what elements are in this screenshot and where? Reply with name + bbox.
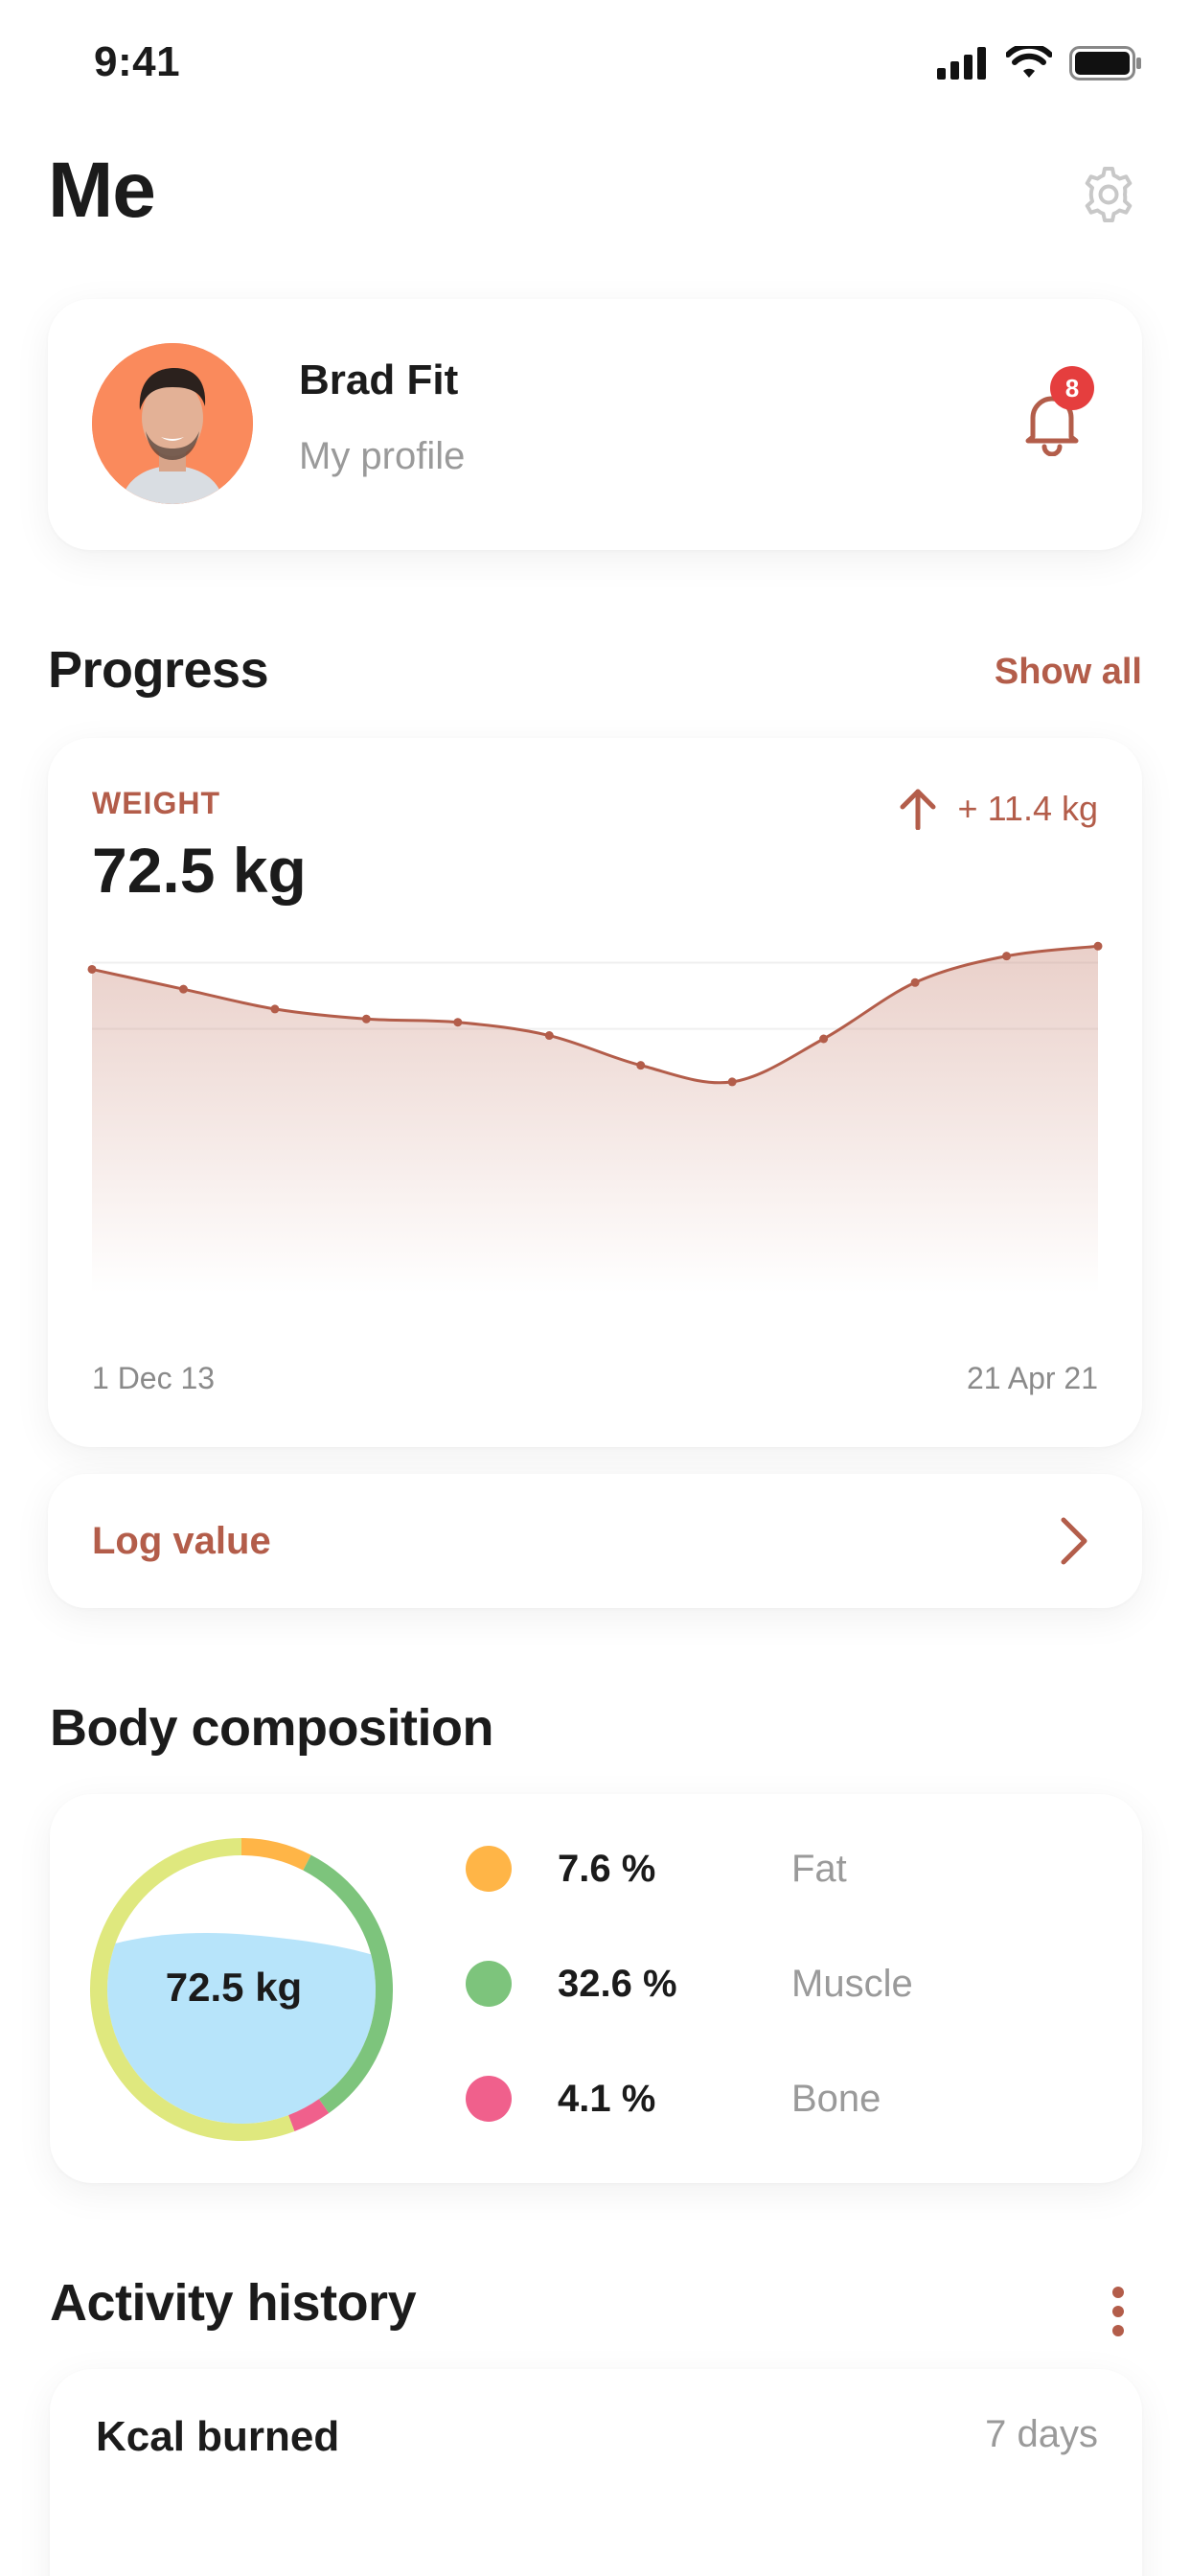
status-icons <box>937 46 1142 80</box>
page-title: Me <box>48 147 156 234</box>
chart-point <box>1002 952 1012 961</box>
bone-value: 4.1 % <box>558 2077 656 2120</box>
muscle-value: 32.6 % <box>558 1962 677 2005</box>
gear-icon <box>1085 167 1133 222</box>
fat-arc <box>240 1838 311 1871</box>
legend-bone: 4.1 % Bone <box>466 2070 881 2128</box>
chart-point <box>819 1034 829 1044</box>
avatar <box>92 343 253 504</box>
chart-point <box>178 984 188 994</box>
kcal-range[interactable]: 7 days <box>985 2413 1098 2456</box>
show-all-link[interactable]: Show all <box>995 652 1142 693</box>
log-value-button[interactable]: Log value <box>48 1474 1142 1608</box>
chart-point <box>636 1061 646 1070</box>
chart-point <box>544 1031 554 1041</box>
legend-muscle: 32.6 % Muscle <box>466 1955 913 2012</box>
chart-point <box>1093 941 1103 951</box>
fat-dot <box>466 1846 512 1892</box>
status-time: 9:41 <box>94 38 181 85</box>
chart-area-fill <box>92 946 1098 1294</box>
body-composition-card: 72.5 kg 7.6 % Fat 32.6 % Muscle 4.1 % Bo… <box>50 1794 1142 2183</box>
body-composition-title: Body composition <box>50 1699 494 1757</box>
weight-card: WEIGHT 72.5 kg + 11.4 kg 1 Dec 13 21 Apr… <box>48 738 1142 1447</box>
weight-chart <box>87 941 1103 1294</box>
kcal-card[interactable]: Kcal burned 7 days <box>50 2369 1142 2576</box>
log-value-label: Log value <box>92 1520 271 1562</box>
chart-point <box>87 964 97 974</box>
profile-subtitle: My profile <box>299 435 466 477</box>
wifi-icon <box>1006 46 1052 78</box>
muscle-dot <box>466 1961 512 2007</box>
battery-icon <box>1069 46 1141 80</box>
notification-badge: 8 <box>1050 366 1094 410</box>
chart-point <box>270 1004 280 1014</box>
composition-donut: 72.5 kg <box>90 1838 393 2141</box>
bone-dot <box>466 2076 512 2122</box>
more-options-icon[interactable] <box>1104 2285 1133 2338</box>
signal-icon <box>937 47 986 80</box>
chart-start-date: 1 Dec 13 <box>92 1361 216 1395</box>
profile-name: Brad Fit <box>299 356 459 403</box>
fat-label: Fat <box>791 1847 847 1890</box>
chart-point <box>727 1077 737 1087</box>
legend-fat: 7.6 % Fat <box>466 1840 847 1898</box>
chart-point <box>910 978 920 987</box>
chart-point <box>453 1018 463 1027</box>
fat-value: 7.6 % <box>558 1847 656 1890</box>
muscle-label: Muscle <box>791 1962 913 2005</box>
bone-label: Bone <box>791 2077 881 2120</box>
activity-history-title: Activity history <box>50 2274 417 2332</box>
donut-center-label: 72.5 kg <box>166 1965 302 2010</box>
profile-card[interactable]: Brad Fit My profile 8 <box>48 299 1142 550</box>
settings-button[interactable] <box>1079 165 1138 224</box>
progress-title: Progress <box>48 641 269 699</box>
chart-point <box>361 1014 371 1024</box>
chevron-right-icon <box>1061 1517 1087 1565</box>
avatar-portrait <box>92 343 253 504</box>
kcal-title: Kcal burned <box>96 2413 340 2460</box>
chart-end-date: 21 Apr 21 <box>967 1361 1098 1395</box>
